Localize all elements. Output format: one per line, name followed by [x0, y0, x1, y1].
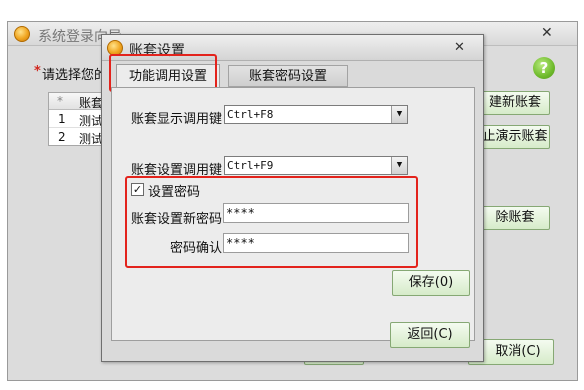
- account-settings-dialog: 账套设置 ✕ 功能调用设置 账套密码设置 账套显示调用键 Ctrl+F8 ▼ 账…: [101, 34, 484, 362]
- settings-key-combo[interactable]: Ctrl+F9 ▼: [224, 156, 408, 175]
- table-header-index: *: [57, 94, 63, 108]
- table-row[interactable]: 2 测试: [49, 129, 107, 146]
- table-row[interactable]: 1 测试: [49, 111, 107, 128]
- row-account-name: 测试: [79, 132, 104, 146]
- row-index: 2: [58, 130, 66, 144]
- help-icon[interactable]: ?: [533, 57, 555, 79]
- chevron-down-icon[interactable]: ▼: [391, 157, 407, 174]
- dialog-close-icon[interactable]: ✕: [454, 40, 465, 55]
- chevron-down-icon[interactable]: ▼: [391, 106, 407, 123]
- settings-key-value: Ctrl+F9: [227, 159, 274, 172]
- app-logo-icon: [14, 26, 30, 42]
- row-index: 1: [58, 112, 66, 126]
- display-key-value: Ctrl+F8: [227, 108, 274, 121]
- password-highlight-box: [125, 176, 418, 268]
- row-account-name: 测试: [79, 114, 104, 128]
- table-header: * 账套: [49, 93, 107, 110]
- display-key-label: 账套显示调用键: [131, 112, 223, 127]
- save-button[interactable]: 保存(0): [392, 270, 470, 296]
- required-asterisk: *: [34, 64, 41, 79]
- display-key-combo[interactable]: Ctrl+F8 ▼: [224, 105, 408, 124]
- back-button[interactable]: 返回(C): [390, 322, 470, 348]
- close-icon[interactable]: ✕: [541, 25, 553, 41]
- tab-password-settings[interactable]: 账套密码设置: [228, 65, 348, 87]
- select-account-prompt: 请选择您的: [42, 68, 108, 83]
- account-table: * 账套 1 测试 2 测试: [48, 92, 108, 146]
- table-header-account: 账套: [79, 96, 104, 110]
